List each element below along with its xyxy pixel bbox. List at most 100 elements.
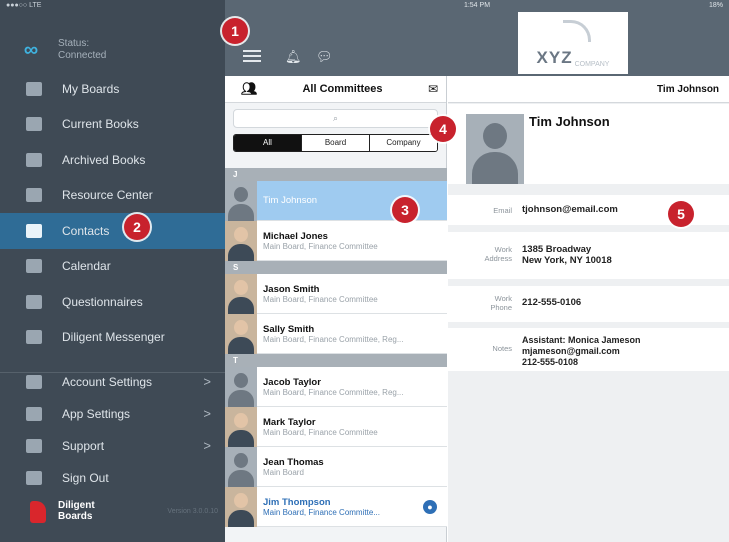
work-phone-label: Work Phone [490,294,512,312]
detail-header-title: Tim Johnson [657,84,720,95]
callout-2: 2 [124,214,150,240]
contact-row[interactable]: Jacob Taylor Main Board, Finance Committe… [225,366,447,407]
hamburger-menu-icon[interactable] [243,50,261,62]
contact-committees: Main Board, Finance Committee, Reg... [263,387,404,397]
work-phone-field: Work Phone 212-555-0106 [448,286,729,322]
nav-label: App Settings [62,407,131,421]
settings-nav: Account Settings > App Settings > Support >… [0,366,225,494]
nav-item-account-settings[interactable]: Account Settings > [0,366,225,398]
nav-item-archived-books[interactable]: Archived Books [0,142,225,178]
work-address-label: Work Address [484,245,512,263]
connection-status: ∞ Status: Connected [0,30,225,70]
section-header: T [225,354,447,367]
callout-5: 5 [668,201,694,227]
nav-item-support[interactable]: Support > [0,430,225,462]
nav-item-calendar[interactable]: Calendar [0,249,225,285]
envelope-icon[interactable]: ✉ [420,82,446,96]
segment-all[interactable]: All [234,135,301,151]
company-logo-text: XYZ [536,48,573,67]
contact-detail-pane: Tim Johnson Tim Johnson Email tjohnson@e… [448,76,729,542]
nav-item-app-settings[interactable]: App Settings > [0,398,225,430]
search-input[interactable]: ⌕ [233,109,438,128]
logo-fan-graphic [563,20,591,42]
contact-committees: Main Board, Finance Committe... [263,507,380,517]
bell-icon[interactable]: 🔔︎ [285,49,302,65]
list-header: 👥︎ All Committees ✉ [225,76,446,103]
contacts-icon [26,223,42,238]
brand-line-2: Boards [58,511,93,522]
archive-icon [26,152,42,167]
group-icon[interactable]: 👥︎ [241,81,265,97]
nav-label: Account Settings [62,375,153,389]
callout-1: 1 [222,18,248,44]
status-value: Connected [58,50,107,61]
nav-item-my-boards[interactable]: My Boards [0,71,225,107]
nav-label: Support [62,439,105,453]
avatar [466,114,524,184]
nav-item-current-books[interactable]: Current Books [0,107,225,143]
version-label: Version 3.0.0.10 [167,508,218,515]
notes-value: Assistant: Monica Jameson mjameson@gmail… [522,335,641,367]
contact-name: Tim Johnson [263,195,318,206]
battery-status: 18% [708,2,723,9]
work-phone-value[interactable]: 212-555-0106 [522,297,581,308]
status-label: Status: [58,38,90,49]
nav-item-questionnaires[interactable]: Questionnaires [0,284,225,320]
notes-label: Notes [492,344,512,353]
notes-field: Notes Assistant: Monica Jameson mjameson… [448,328,729,371]
email-label: Email [493,206,512,215]
diligent-logo-icon [30,501,46,523]
contact-name: Sally Smith [263,323,315,335]
contact-list: J Tim Johnson Michael Jones Main Board, F… [225,168,447,527]
contact-profile: Tim Johnson [448,104,729,184]
chat-bubbles-icon[interactable]: 💬︎ [316,49,333,65]
chevron-right-icon: > [203,374,211,389]
nav-item-contacts[interactable]: Contacts [0,213,225,249]
avatar [225,406,257,447]
callout-4: 4 [430,116,456,142]
status-time: 1:54 PM [463,2,491,9]
nav-label: Contacts [62,223,110,238]
segment-company[interactable]: Company [369,135,437,151]
folder-icon [26,188,42,203]
nav-item-sign-out[interactable]: Sign Out [0,462,225,494]
sign-out-icon [26,471,42,485]
contact-committees: Main Board, Finance Committee [263,294,378,304]
contact-row[interactable]: Jim Thompson Main Board, Finance Committe… [225,486,447,527]
chevron-right-icon: > [203,406,211,421]
book-icon [26,117,42,132]
contact-row[interactable]: Michael Jones Main Board, Finance Committ… [225,220,447,261]
contacts-list-pane: 👥︎ All Committees ✉ ⌕ All Board Company … [225,76,447,542]
nav-label: Diligent Messenger [62,330,165,345]
segment-board[interactable]: Board [301,135,369,151]
person-icon [26,375,42,389]
main-nav: My Boards Current Books Archived Books R… [0,71,225,373]
nav-item-resource-center[interactable]: Resource Center [0,178,225,214]
section-header: J [225,168,447,181]
nav-label: Questionnaires [62,294,143,309]
avatar [225,220,257,261]
work-address-field: Work Address 1385 Broadway New York, NY … [448,232,729,279]
nav-item-diligent-messenger[interactable]: Diligent Messenger [0,320,225,356]
contact-row[interactable]: Jean Thomas Main Board [225,446,447,487]
messenger-icon [26,330,42,345]
avatar [225,180,257,221]
contact-row[interactable]: Mark Taylor Main Board, Finance Committee [225,406,447,447]
contact-row[interactable]: Sally Smith Main Board, Finance Committee… [225,313,447,354]
contact-name: Jim Thompson [263,496,331,508]
nav-label: Calendar [62,259,111,274]
avatar [225,446,257,487]
phone-icon [26,439,42,453]
avatar [225,366,257,407]
contact-committees: Main Board [263,467,304,477]
chevron-right-icon: > [203,438,211,453]
carrier-signal: ●●●○○ LTE [6,2,42,9]
contact-name: Jean Thomas [263,456,324,468]
committee-filter-title[interactable]: All Committees [265,83,420,95]
email-value[interactable]: tjohnson@email.com [522,204,618,215]
contact-row[interactable]: Jason Smith Main Board, Finance Committee [225,273,447,314]
avatar [225,486,257,527]
work-address-value[interactable]: 1385 Broadway New York, NY 10018 [522,244,612,266]
nav-label: Sign Out [62,471,109,485]
contact-name: Jacob Taylor [263,376,321,388]
